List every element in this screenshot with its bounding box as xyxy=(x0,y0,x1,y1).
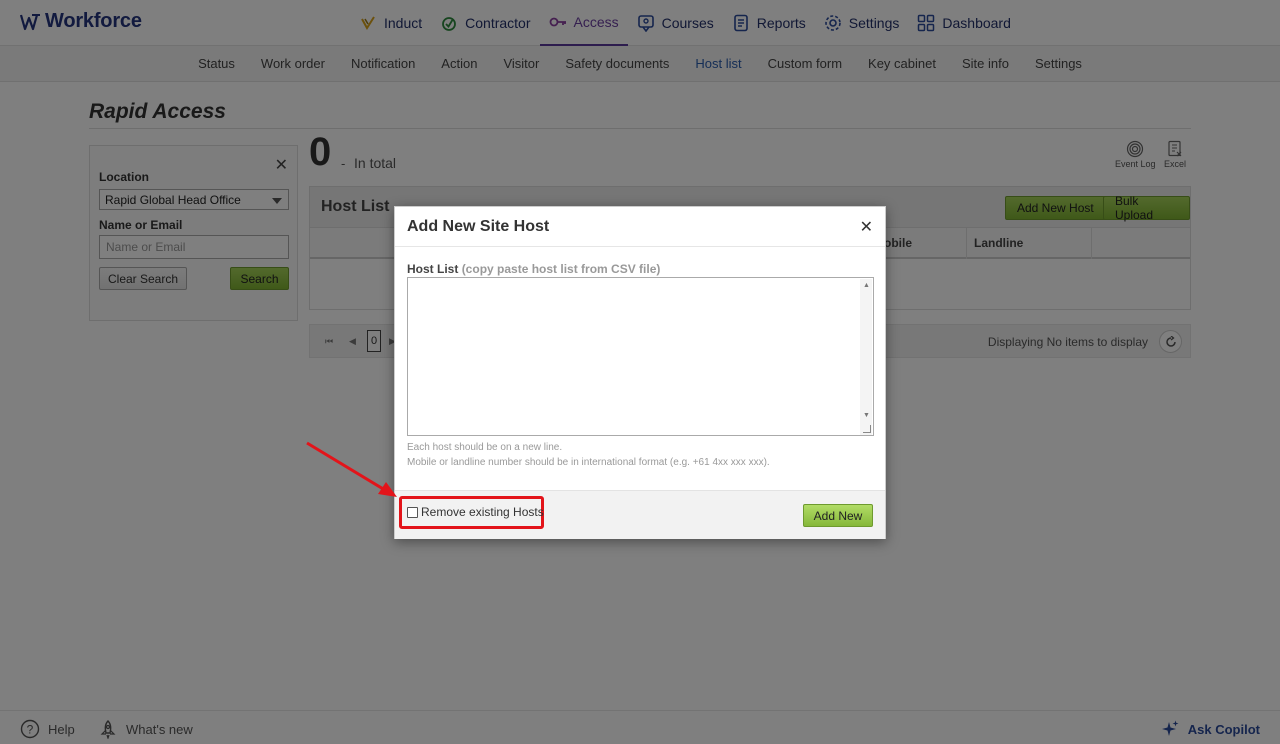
help-text-line-1: Each host should be on a new line. xyxy=(407,442,563,453)
host-list-label: Host List xyxy=(407,262,459,276)
remove-existing-hosts-checkbox[interactable]: Remove existing Hosts xyxy=(407,505,544,519)
dialog-footer: Remove existing Hosts Add New xyxy=(395,490,885,539)
resize-handle-icon[interactable] xyxy=(863,425,871,433)
add-new-button[interactable]: Add New xyxy=(803,504,873,527)
checkbox-box[interactable] xyxy=(407,506,418,518)
dialog-title: Add New Site Host xyxy=(407,218,550,235)
add-new-site-host-dialog: Add New Site Host ✕ Host List (copy past… xyxy=(394,206,886,539)
textarea-scrollbar[interactable]: ▲ ▼ xyxy=(860,279,872,435)
help-text-line-2: Mobile or landline number should be in i… xyxy=(407,457,770,468)
remove-existing-hosts-label: Remove existing Hosts xyxy=(421,505,544,519)
scroll-down-icon[interactable]: ▼ xyxy=(863,412,870,419)
dialog-header: Add New Site Host ✕ xyxy=(395,207,885,247)
close-icon[interactable]: ✕ xyxy=(860,217,873,237)
host-list-field-label: Host List (copy paste host list from CSV… xyxy=(407,262,660,276)
host-list-textarea[interactable]: ▲ ▼ xyxy=(407,277,874,436)
host-list-hint: (copy paste host list from CSV file) xyxy=(461,262,661,276)
scroll-up-icon[interactable]: ▲ xyxy=(863,282,870,289)
